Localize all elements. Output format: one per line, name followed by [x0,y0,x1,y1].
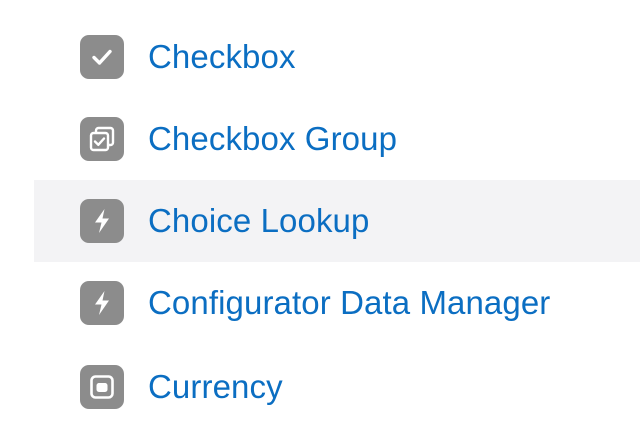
checkbox-group-icon [80,117,124,161]
component-list: Checkbox Checkbox Group Choice Lookup Co… [0,0,640,447]
list-item-checkbox-group[interactable]: Checkbox Group [34,98,640,180]
list-item-label: Currency [148,368,283,405]
list-item-label: Configurator Data Manager [148,284,551,321]
checkbox-icon [80,35,124,79]
list-item-checkbox[interactable]: Checkbox [34,16,640,98]
list-item-label: Checkbox Group [148,120,398,157]
list-item-label: Choice Lookup [148,202,370,239]
lightning-icon [80,281,124,325]
lightning-icon [80,199,124,243]
list-item-configurator-data-manager[interactable]: Configurator Data Manager [34,262,640,344]
list-item-label: Checkbox [148,38,296,75]
currency-icon [80,365,124,409]
list-item-choice-lookup[interactable]: Choice Lookup [34,180,640,262]
list-item-currency[interactable]: Currency [34,346,640,428]
